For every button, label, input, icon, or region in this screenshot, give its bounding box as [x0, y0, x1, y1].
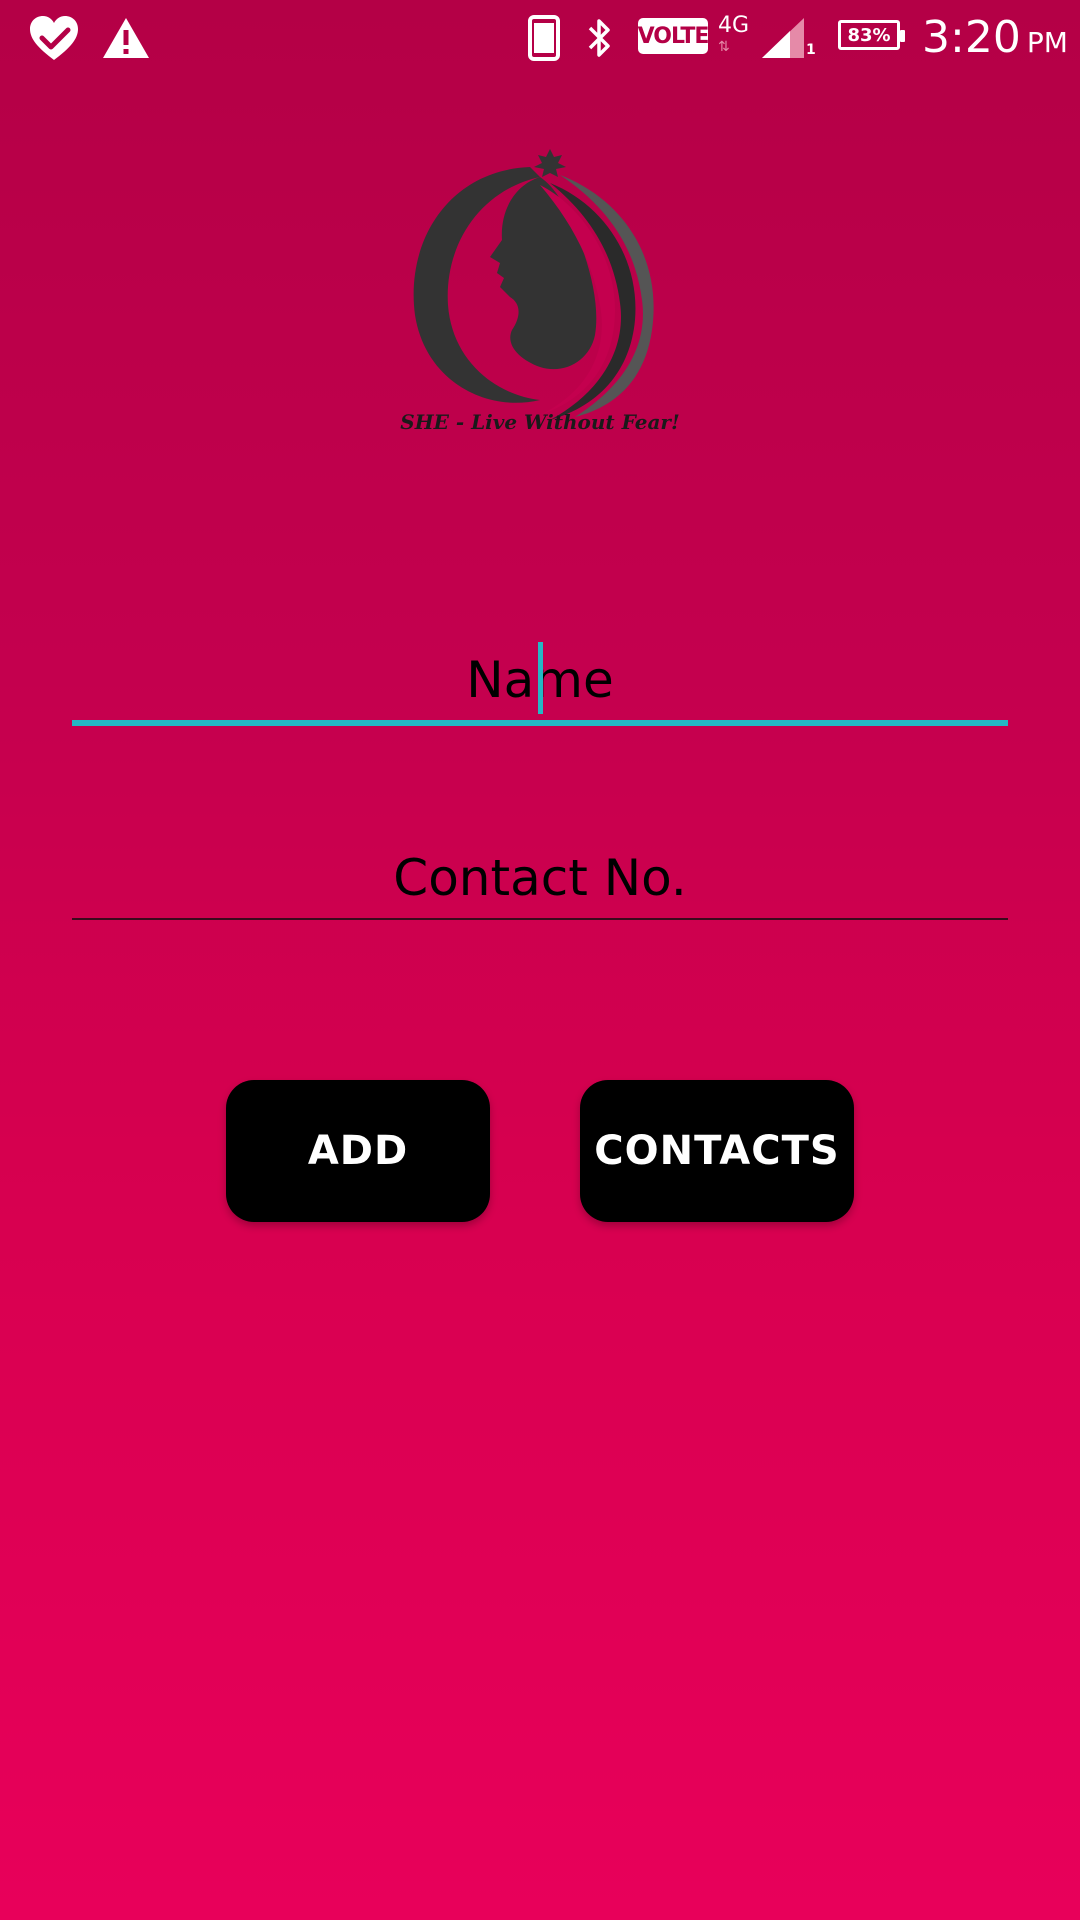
clock-ampm: PM [1026, 26, 1068, 59]
warning-icon [100, 0, 152, 75]
heart-check-icon [24, 0, 84, 75]
contact-number-input[interactable] [72, 838, 1008, 918]
clock: 3:20 PM [922, 8, 1068, 73]
text-cursor [538, 642, 543, 714]
contact-field-container [72, 838, 1008, 920]
sim-slot-label: 1 [806, 42, 816, 58]
battery-icon: 83% [838, 20, 905, 50]
clock-time: 3:20 [922, 12, 1021, 63]
status-bar: VOLTE 4G ⇅ 1 83% 3:20 PM [0, 0, 1080, 75]
add-button[interactable]: ADD [226, 1080, 490, 1222]
contacts-button[interactable]: CONTACTS [580, 1080, 854, 1222]
phone-icon [526, 0, 562, 75]
signal-icon [758, 0, 818, 75]
volte-badge: VOLTE [638, 18, 709, 54]
contact-field-underline [72, 918, 1008, 920]
data-arrows-icon: ⇅ [718, 39, 730, 55]
name-field-underline [72, 720, 1008, 726]
she-logo [390, 145, 690, 445]
bluetooth-icon [582, 0, 618, 75]
network-type-label: 4G [718, 13, 750, 38]
logo-tagline: SHE - Live Without Fear! [400, 410, 680, 434]
name-field-container [72, 640, 1008, 726]
